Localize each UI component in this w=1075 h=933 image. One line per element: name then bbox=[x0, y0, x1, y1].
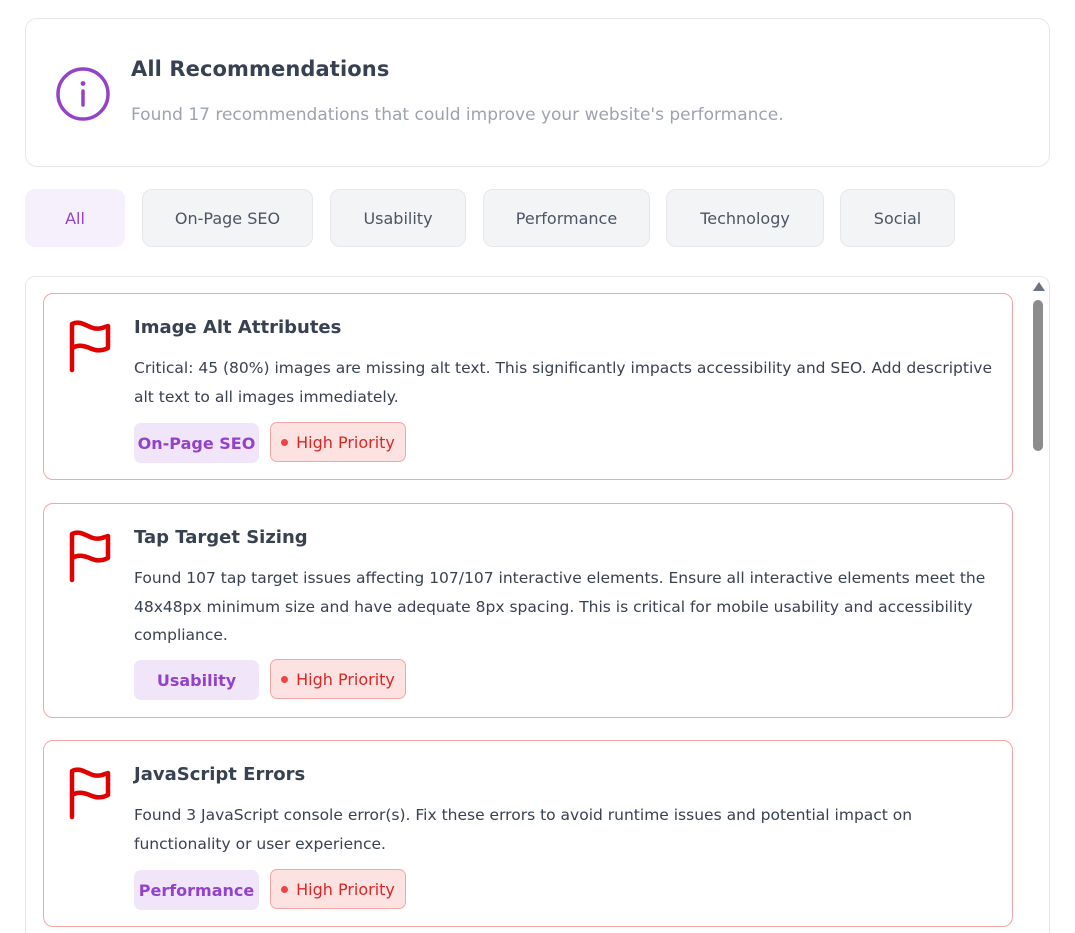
tab-technology[interactable]: Technology bbox=[666, 189, 824, 247]
flag-icon bbox=[69, 767, 111, 820]
category-badge: On-Page SEO bbox=[134, 423, 259, 463]
tab-all[interactable]: All bbox=[25, 189, 125, 247]
tab-performance[interactable]: Performance bbox=[483, 189, 650, 247]
priority-label: High Priority bbox=[296, 879, 395, 899]
priority-dot-icon bbox=[281, 885, 289, 893]
category-badge: Usability bbox=[134, 660, 259, 700]
recommendation-description: Found 107 tap target issues affecting 10… bbox=[134, 569, 986, 644]
recommendation-card[interactable]: Image Alt Attributes Critical: 45 (80%) … bbox=[43, 293, 1013, 480]
recommendation-title: Image Alt Attributes bbox=[134, 317, 342, 338]
summary-card: All Recommendations Found 17 recommendat… bbox=[25, 18, 1050, 167]
flag-icon bbox=[69, 530, 111, 583]
priority-badge: High Priority bbox=[270, 422, 406, 462]
summary-subtitle: Found 17 recommendations that could impr… bbox=[131, 105, 784, 125]
tab-social[interactable]: Social bbox=[840, 189, 955, 247]
priority-label: High Priority bbox=[296, 669, 395, 689]
list-scrollbar[interactable] bbox=[1029, 282, 1045, 933]
tab-on-page-seo[interactable]: On-Page SEO bbox=[142, 189, 313, 247]
recommendation-card[interactable]: Tap Target Sizing Found 107 tap target i… bbox=[43, 503, 1013, 718]
priority-label: High Priority bbox=[296, 432, 395, 452]
priority-dot-icon bbox=[281, 438, 289, 446]
recommendation-title: JavaScript Errors bbox=[134, 764, 306, 785]
recommendation-card[interactable]: JavaScript Errors Found 3 JavaScript con… bbox=[43, 740, 1013, 927]
scrollbar-thumb[interactable] bbox=[1033, 300, 1043, 451]
priority-dot-icon bbox=[281, 675, 289, 683]
recommendation-title: Tap Target Sizing bbox=[134, 527, 308, 548]
priority-badge: High Priority bbox=[270, 869, 406, 909]
info-circle-icon bbox=[56, 67, 110, 121]
flag-icon bbox=[69, 320, 111, 373]
summary-title: All Recommendations bbox=[131, 57, 390, 81]
scroll-up-arrow-icon[interactable] bbox=[1033, 282, 1045, 291]
recommendation-description: Critical: 45 (80%) images are missing al… bbox=[134, 359, 992, 406]
recommendation-description: Found 3 JavaScript console error(s). Fix… bbox=[134, 806, 913, 853]
tab-usability[interactable]: Usability bbox=[330, 189, 466, 247]
category-badge: Performance bbox=[134, 870, 259, 910]
recommendations-page: All Recommendations Found 17 recommendat… bbox=[0, 0, 1075, 933]
priority-badge: High Priority bbox=[270, 659, 406, 699]
